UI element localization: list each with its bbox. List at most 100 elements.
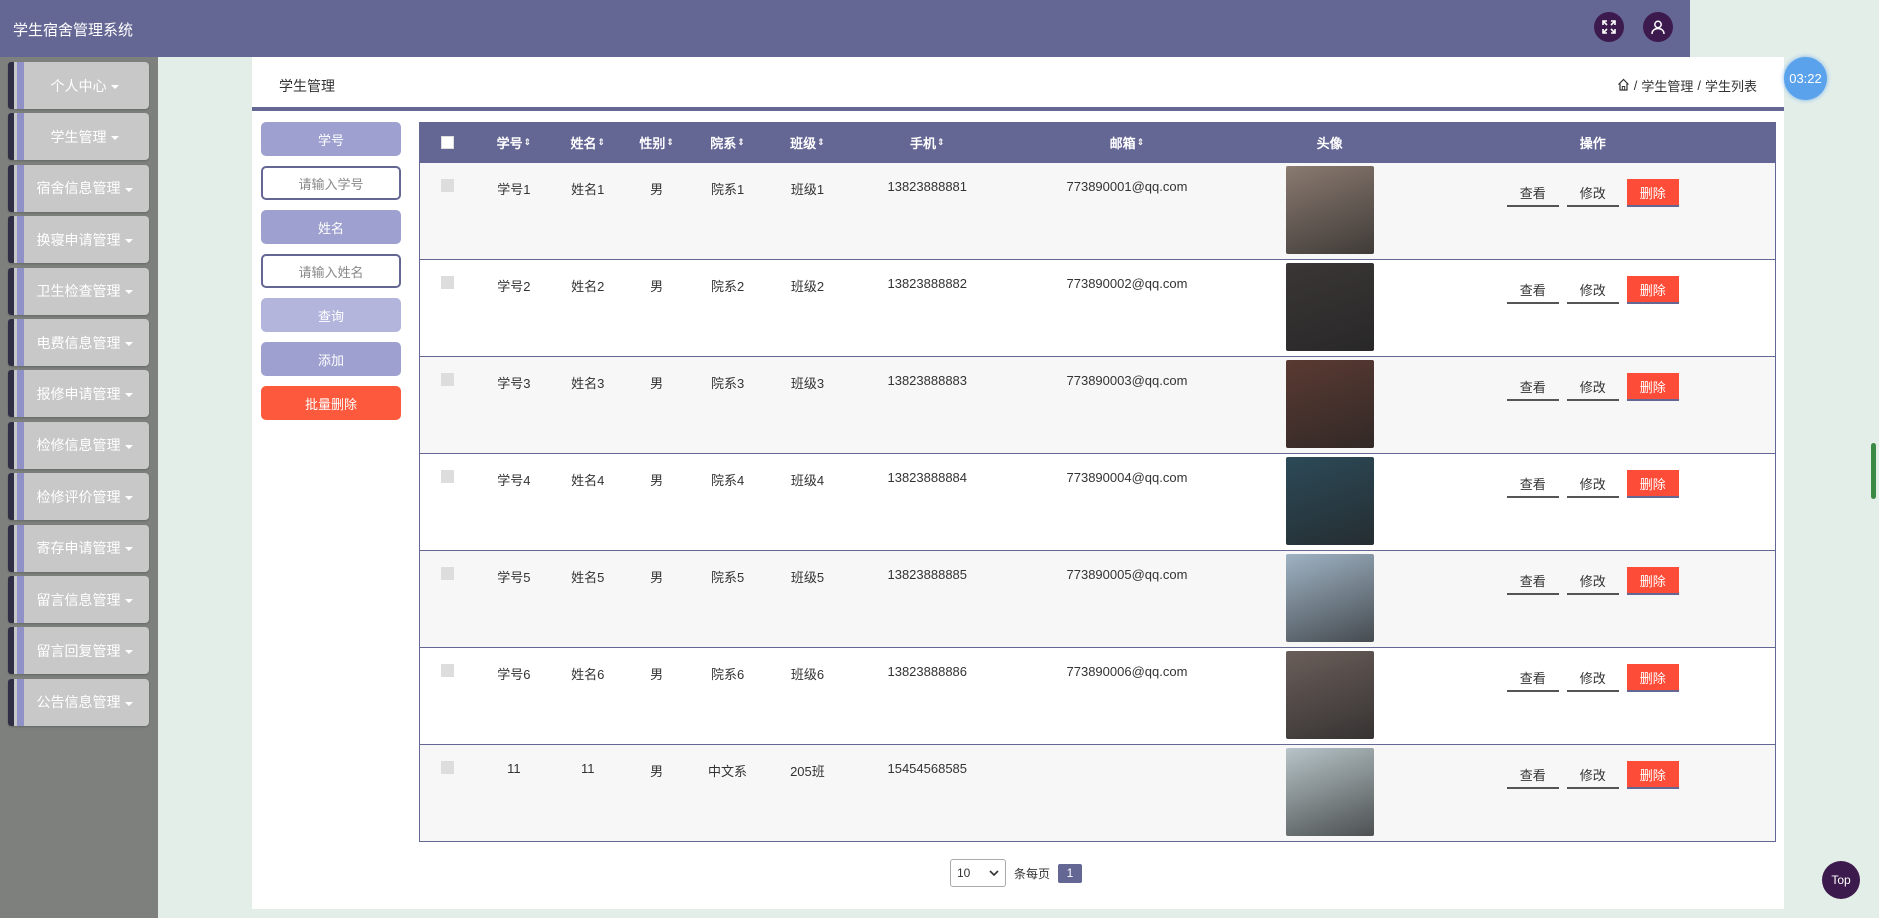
row-checkbox[interactable]	[441, 470, 455, 483]
caret-down-icon	[124, 495, 133, 500]
column-header-student-no[interactable]: 学号 ⇕	[476, 133, 552, 152]
sidebar-item-1[interactable]: 学生管理	[8, 113, 149, 161]
sidebar-item-3[interactable]: 换寝申请管理	[8, 216, 149, 264]
breadcrumb-item-student-manage[interactable]: 学生管理	[1641, 76, 1693, 95]
edit-button[interactable]: 修改	[1566, 179, 1619, 207]
sidebar-item-4[interactable]: 卫生检查管理	[8, 267, 149, 315]
add-button[interactable]: 添加	[261, 342, 401, 376]
cell-email: 773890006@qq.com	[1066, 664, 1188, 679]
sidebar-item-12[interactable]: 公告信息管理	[8, 678, 149, 726]
delete-button[interactable]: 删除	[1626, 470, 1679, 498]
edit-button[interactable]: 修改	[1566, 470, 1619, 498]
caret-down-icon	[110, 84, 119, 89]
per-page-label: 条每页	[1014, 866, 1051, 881]
column-header-department[interactable]: 院系 ⇕	[690, 133, 766, 152]
cell-class: 班级3	[790, 376, 825, 391]
sidebar-item-label: 寄存申请管理	[24, 538, 149, 558]
delete-button[interactable]: 删除	[1626, 567, 1679, 595]
batch-delete-button[interactable]: 批量删除	[261, 386, 401, 420]
name-label: 姓名	[261, 210, 401, 244]
cell-student-no: 学号1	[497, 182, 531, 197]
cell-name: 姓名4	[571, 473, 605, 488]
delete-button[interactable]: 删除	[1626, 276, 1679, 304]
sidebar-item-marker	[8, 473, 24, 521]
table-row: 学号2 姓名2 男 院系2 班级2 13823888882 773890002@qq.com…	[420, 259, 1775, 356]
cell-phone: 13823888884	[887, 470, 968, 485]
back-to-top-button[interactable]: Top	[1822, 861, 1860, 899]
query-button[interactable]: 查询	[261, 298, 401, 332]
sidebar-item-7[interactable]: 检修信息管理	[8, 421, 149, 469]
sidebar-item-10[interactable]: 留言信息管理	[8, 576, 149, 623]
scrollbar-thumb[interactable]	[1871, 443, 1876, 499]
cell-class: 班级5	[790, 570, 825, 585]
home-icon[interactable]	[1617, 78, 1630, 94]
sidebar-item-6[interactable]: 报修申请管理	[8, 370, 149, 418]
view-button[interactable]: 查看	[1506, 373, 1559, 401]
cell-class: 班级6	[790, 667, 825, 682]
column-header-email[interactable]: 邮箱 ⇕	[1005, 133, 1249, 152]
cell-email: 773890004@qq.com	[1066, 470, 1188, 485]
column-header-class[interactable]: 班级 ⇕	[766, 133, 850, 152]
caret-down-icon	[124, 393, 133, 398]
page-number-current[interactable]: 1	[1058, 863, 1083, 883]
column-header-name[interactable]: 姓名 ⇕	[552, 133, 624, 152]
student-no-input[interactable]: 请输入学号	[261, 166, 401, 200]
sidebar-item-marker	[8, 319, 24, 366]
view-button[interactable]: 查看	[1506, 761, 1559, 789]
fullscreen-icon[interactable]	[1594, 12, 1624, 42]
column-header-phone[interactable]: 手机 ⇕	[849, 133, 1005, 152]
delete-button[interactable]: 删除	[1626, 373, 1679, 401]
view-button[interactable]: 查看	[1506, 276, 1559, 304]
view-button[interactable]: 查看	[1506, 567, 1559, 595]
sidebar-item-5[interactable]: 电费信息管理	[8, 319, 149, 366]
caret-down-icon	[124, 547, 133, 552]
view-button[interactable]: 查看	[1506, 664, 1559, 692]
edit-button[interactable]: 修改	[1566, 373, 1619, 401]
breadcrumb-item-student-list: 学生列表	[1704, 79, 1757, 94]
avatar	[1285, 360, 1374, 448]
view-button[interactable]: 查看	[1506, 179, 1559, 207]
cell-department: 院系4	[710, 473, 745, 488]
delete-button[interactable]: 删除	[1626, 664, 1679, 692]
edit-button[interactable]: 修改	[1566, 761, 1619, 789]
avatar	[1285, 651, 1374, 739]
edit-button[interactable]: 修改	[1566, 664, 1619, 692]
sidebar-item-label: 报修申请管理	[24, 384, 149, 404]
cell-gender: 男	[650, 764, 664, 779]
select-all-checkbox[interactable]	[441, 136, 455, 149]
sidebar-item-marker	[8, 62, 24, 109]
row-checkbox[interactable]	[441, 664, 455, 677]
view-button[interactable]: 查看	[1506, 470, 1559, 498]
cell-phone: 15454568585	[887, 761, 968, 776]
sidebar-item-0[interactable]: 个人中心	[8, 62, 149, 109]
delete-button[interactable]: 删除	[1626, 761, 1679, 789]
row-checkbox[interactable]	[441, 179, 455, 192]
cell-gender: 男	[650, 376, 664, 391]
user-icon[interactable]	[1643, 12, 1673, 42]
row-checkbox[interactable]	[441, 373, 455, 386]
sidebar-item-label: 宿舍信息管理	[24, 178, 149, 198]
page-size-select[interactable]: 10	[950, 859, 1006, 887]
cell-student-no: 学号3	[497, 376, 531, 391]
cell-class: 班级1	[790, 182, 825, 197]
edit-button[interactable]: 修改	[1566, 276, 1619, 304]
row-checkbox[interactable]	[441, 567, 455, 580]
sidebar-item-label: 换寝申请管理	[24, 230, 149, 250]
sidebar-item-marker	[8, 421, 24, 469]
caret-down-icon	[124, 187, 133, 192]
sidebar-item-11[interactable]: 留言回复管理	[8, 627, 149, 675]
cell-gender: 男	[650, 570, 664, 585]
delete-button[interactable]: 删除	[1626, 179, 1679, 207]
edit-button[interactable]: 修改	[1566, 567, 1619, 595]
sidebar-item-9[interactable]: 寄存申请管理	[8, 524, 149, 572]
column-header-gender[interactable]: 性别 ⇕	[624, 133, 690, 152]
row-checkbox[interactable]	[441, 761, 455, 774]
sidebar-item-2[interactable]: 宿舍信息管理	[8, 164, 149, 212]
row-checkbox[interactable]	[441, 276, 455, 289]
sidebar-item-label: 学生管理	[24, 127, 149, 147]
pagination: 10 条每页 1	[950, 859, 1083, 887]
cell-student-no: 学号6	[497, 667, 531, 682]
cell-gender: 男	[650, 279, 664, 294]
sidebar-item-8[interactable]: 检修评价管理	[8, 473, 149, 521]
name-input[interactable]: 请输入姓名	[261, 254, 401, 288]
